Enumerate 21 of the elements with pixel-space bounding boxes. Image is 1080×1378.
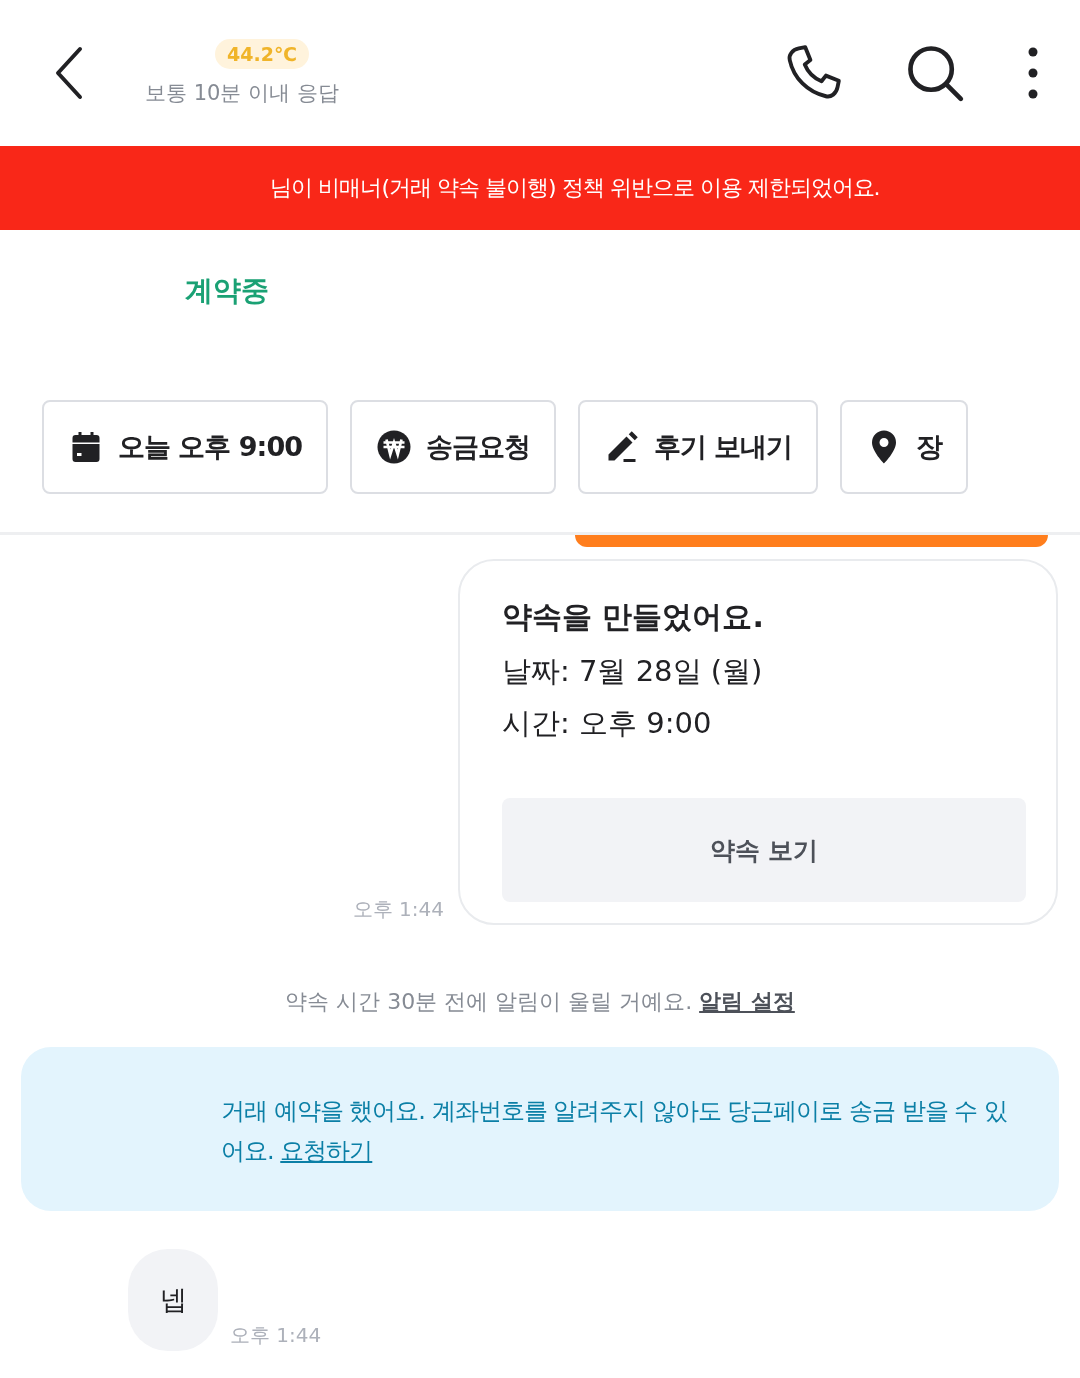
response-time: 보통 10분 이내 응답 bbox=[145, 80, 339, 107]
message-time: 오후 1:44 bbox=[352, 896, 444, 923]
request-link[interactable]: 요청하기 bbox=[280, 1137, 373, 1165]
notice-text: 약속 시간 30분 전에 알림이 울릴 거예요. 알림 설정 bbox=[284, 988, 796, 1016]
chip-button[interactable]: 후기 보내기 bbox=[577, 400, 819, 494]
won-icon bbox=[375, 429, 412, 465]
appointment-date: 날짜: 7월 28일 (월) bbox=[502, 653, 764, 690]
message-bubble: 넵 bbox=[128, 1249, 218, 1351]
chip-button[interactable]: 송금요청 bbox=[349, 400, 556, 494]
chip-button[interactable]: 오늘 오후 9:00 bbox=[42, 400, 328, 494]
info-message: 거래 예약을 했어요. 계좌번호를 알려주지 않아도 당근페이로 송금 받을 수 있어요. 요청하기 bbox=[21, 1047, 1059, 1211]
message-time: 오후 1:44 bbox=[230, 1322, 322, 1349]
view-appointment-button[interactable]: 약속 보기 bbox=[502, 798, 1026, 902]
card-title: 약속을 만들었어요. bbox=[502, 598, 765, 636]
more-icon[interactable] bbox=[1026, 46, 1040, 100]
alarm-settings-link[interactable]: 알림 설정 bbox=[699, 989, 795, 1014]
chip-button[interactable]: 장 bbox=[840, 400, 969, 494]
manner-temperature: 44.2℃ bbox=[215, 39, 309, 69]
appointment-time: 시간: 오후 9:00 bbox=[502, 705, 713, 742]
status-label: 계약중 bbox=[185, 274, 269, 307]
banner-text: 님이 비매너(거래 약속 불이행) 정책 위반으로 이용 제한되었어요. bbox=[270, 174, 880, 202]
